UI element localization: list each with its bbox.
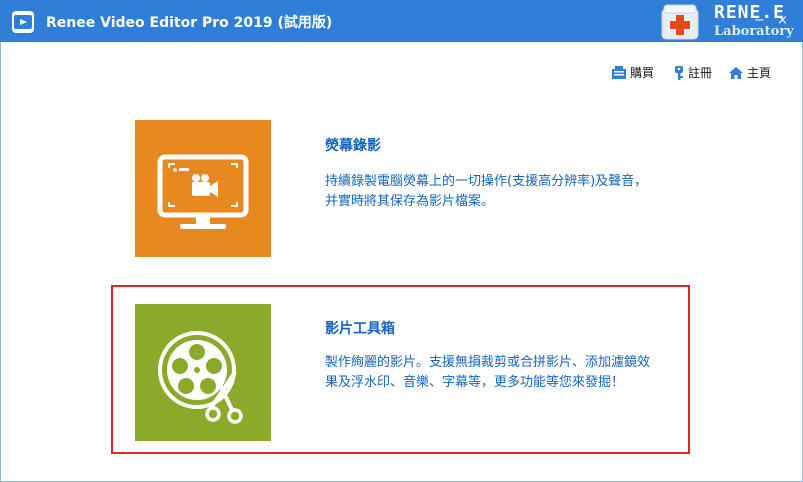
home-label: 主頁	[747, 66, 772, 80]
buy-label: 購買	[630, 66, 655, 80]
screen-record-desc-line1: 持續錄製電腦熒幕上的一切操作(支援高分辨率)及聲音，	[325, 174, 648, 189]
app-logo-icon	[12, 11, 34, 33]
brand-logo-icon	[660, 3, 702, 41]
window-title: Renee Video Editor Pro 2019 (試用版)	[46, 15, 333, 31]
video-toolbox-tile[interactable]	[135, 304, 271, 441]
key-icon	[675, 66, 683, 80]
film-reel-scissors-icon	[158, 331, 243, 424]
brand-name: RENE.E	[714, 2, 786, 23]
screen-record-title[interactable]: 熒幕錄影	[325, 135, 381, 155]
video-toolbox-desc-line2: 果及浮水印、音樂、字幕等，更多功能等您來發掘！	[325, 375, 625, 390]
buy-link[interactable]: 購買	[611, 64, 654, 81]
screen-record-tile[interactable]	[135, 120, 271, 257]
video-toolbox-description: 製作絢麗的影片。支援無損裁剪或合拼影片、添加濾鏡效 果及浮水印、音樂、字幕等，更…	[325, 353, 693, 393]
screen-record-icon	[157, 154, 249, 229]
cart-icon	[612, 66, 626, 79]
register-label: 註冊	[688, 66, 713, 80]
video-toolbox-desc-line1: 製作絢麗的影片。支援無損裁剪或合拼影片、添加濾鏡效	[325, 355, 651, 370]
minimize-button[interactable]: −	[754, 13, 765, 28]
home-link[interactable]: 主頁	[728, 64, 771, 81]
video-toolbox-title[interactable]: 影片工具箱	[325, 318, 395, 338]
close-button[interactable]: ×	[777, 13, 788, 28]
screen-record-desc-line2: 并實時將其保存為影片檔案。	[325, 194, 495, 209]
register-link[interactable]: 註冊	[673, 64, 712, 81]
home-icon	[729, 67, 743, 79]
screen-record-description: 持續錄製電腦熒幕上的一切操作(支援高分辨率)及聲音， 并實時將其保存為影片檔案。	[325, 172, 693, 212]
